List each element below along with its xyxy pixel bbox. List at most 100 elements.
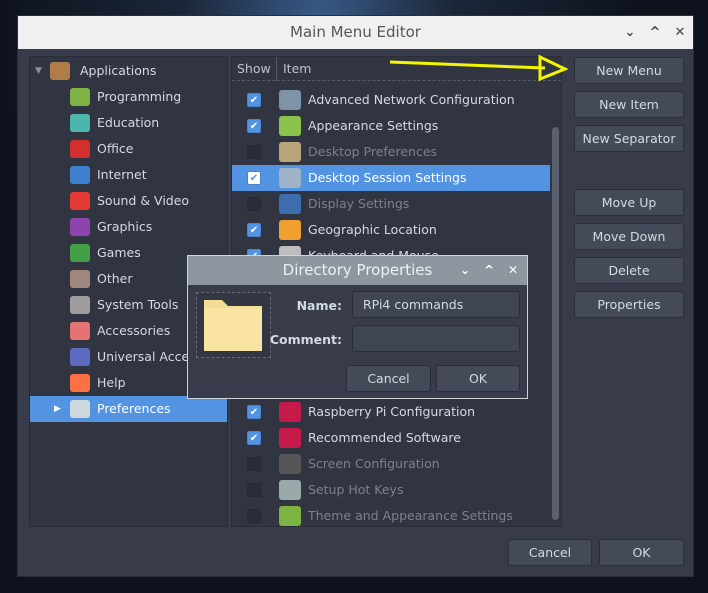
show-checkbox[interactable] (247, 145, 261, 159)
item-label: Theme and Appearance Settings (308, 508, 513, 523)
item-label: Desktop Preferences (308, 144, 438, 159)
tree-item-graphics[interactable]: Graphics (30, 214, 227, 240)
show-checkbox[interactable]: ✔ (247, 405, 261, 419)
show-checkbox[interactable]: ✔ (247, 93, 261, 107)
folder-icon (204, 300, 262, 351)
category-icon (70, 88, 90, 106)
tree-item-office[interactable]: Office (30, 136, 227, 162)
tree-item-label: Accessories (97, 323, 171, 338)
list-row[interactable]: ✔ Appearance Settings (232, 113, 550, 139)
tree-item-applications[interactable]: ▼ Applications (30, 58, 227, 84)
tree-item-internet[interactable]: Internet (30, 162, 227, 188)
theme-icon (279, 506, 301, 526)
category-icon (70, 244, 90, 262)
dialog-close-button[interactable]: ✕ (504, 256, 522, 285)
item-label: Screen Configuration (308, 456, 440, 471)
show-checkbox[interactable] (247, 483, 261, 497)
column-item[interactable]: Item (283, 57, 311, 81)
applications-folder-icon (50, 62, 70, 80)
list-row[interactable]: ✔ Geographic Location (232, 217, 550, 243)
tree-item-label: Help (97, 375, 126, 390)
display-icon (279, 194, 301, 214)
tree-item-label: Education (97, 115, 160, 130)
tree-item-label: Programming (97, 89, 182, 104)
monitor-icon (279, 454, 301, 474)
session-icon (279, 168, 301, 188)
list-row[interactable]: Screen Configuration (232, 451, 550, 477)
category-icon (70, 114, 90, 132)
column-show[interactable]: Show (237, 57, 277, 81)
show-checkbox[interactable]: ✔ (247, 119, 261, 133)
delete-button[interactable]: Delete (574, 257, 684, 284)
new-menu-button[interactable]: New Menu (574, 57, 684, 84)
desktop-prefs-icon (279, 142, 301, 162)
tree-item-preferences[interactable]: ▶ Preferences (30, 396, 227, 422)
scrollbar[interactable] (552, 127, 559, 520)
dialog-cancel-button[interactable]: Cancel (346, 365, 431, 392)
expander-open-icon[interactable]: ▼ (35, 58, 42, 84)
raspberry-icon (279, 402, 301, 422)
item-label: Appearance Settings (308, 118, 439, 133)
raspberry-icon (279, 428, 301, 448)
comment-input[interactable] (352, 325, 520, 352)
show-checkbox[interactable]: ✔ (247, 223, 261, 237)
annotation-arrow (389, 54, 569, 82)
list-row[interactable]: Setup Hot Keys (232, 477, 550, 503)
show-checkbox[interactable] (247, 509, 261, 523)
move-up-button[interactable]: Move Up (574, 189, 684, 216)
category-icon (70, 296, 90, 314)
list-row[interactable]: Desktop Preferences (232, 139, 550, 165)
list-row[interactable]: Display Settings (232, 191, 550, 217)
dialog-maximize-button[interactable]: ^ (480, 256, 498, 285)
item-label: Display Settings (308, 196, 410, 211)
expander-closed-icon[interactable]: ▶ (54, 396, 61, 422)
name-label: Name: (296, 298, 342, 313)
tree-item-programming[interactable]: Programming (30, 84, 227, 110)
tree-item-education[interactable]: Education (30, 110, 227, 136)
list-row[interactable]: ✔ Raspberry Pi Configuration (232, 399, 550, 425)
minimize-button[interactable]: ⌄ (620, 16, 640, 49)
tree-item-label: Internet (97, 167, 147, 182)
appearance-icon (279, 116, 301, 136)
ok-button[interactable]: OK (599, 539, 684, 566)
tree-item-label: Games (97, 245, 141, 260)
icon-chooser-button[interactable] (196, 292, 271, 358)
tree-item-label: Other (97, 271, 133, 286)
show-checkbox[interactable] (247, 457, 261, 471)
move-down-button[interactable]: Move Down (574, 223, 684, 250)
dialog-title-bar[interactable]: Directory Properties (188, 256, 527, 285)
dialog-minimize-button[interactable]: ⌄ (456, 256, 474, 285)
list-row[interactable]: ✔ Advanced Network Configuration (232, 87, 550, 113)
tree-item-label: Office (97, 141, 134, 156)
show-checkbox[interactable]: ✔ (247, 431, 261, 445)
show-checkbox[interactable]: ✔ (247, 171, 261, 185)
category-icon (70, 374, 90, 392)
maximize-button[interactable]: ^ (645, 16, 665, 49)
list-row[interactable]: ✔ Recommended Software (232, 425, 550, 451)
new-separator-button[interactable]: New Separator (574, 125, 684, 152)
tree-item-label: Preferences (97, 401, 171, 416)
category-icon (70, 270, 90, 288)
tree-item-label: Applications (80, 63, 157, 78)
name-input[interactable]: RPi4 commands (352, 291, 520, 318)
arrow-shaft (389, 60, 546, 70)
dialog-ok-button[interactable]: OK (436, 365, 520, 392)
category-icon (70, 192, 90, 210)
network-icon (279, 90, 301, 110)
tree-item-label: System Tools (97, 297, 179, 312)
new-item-button[interactable]: New Item (574, 91, 684, 118)
item-label: Raspberry Pi Configuration (308, 404, 476, 419)
show-checkbox[interactable] (247, 197, 261, 211)
window-title-bar[interactable]: Main Menu Editor (18, 16, 693, 49)
properties-button[interactable]: Properties (574, 291, 684, 318)
tree-item-sound-video[interactable]: Sound & Video (30, 188, 227, 214)
category-icon (70, 348, 90, 366)
item-label: Geographic Location (308, 222, 437, 237)
category-icon (70, 218, 90, 236)
cancel-button[interactable]: Cancel (508, 539, 592, 566)
item-label: Setup Hot Keys (308, 482, 404, 497)
hotkeys-icon (279, 480, 301, 500)
close-button[interactable]: ✕ (670, 16, 690, 49)
list-row[interactable]: Theme and Appearance Settings (232, 503, 550, 526)
list-row[interactable]: ✔ Desktop Session Settings (232, 165, 550, 191)
